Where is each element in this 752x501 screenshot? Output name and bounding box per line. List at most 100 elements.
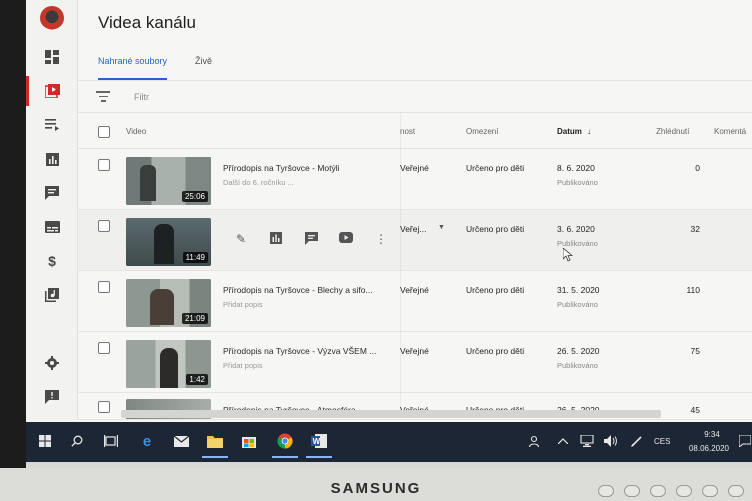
column-video: Video [126,127,147,136]
word-icon[interactable]: W [306,430,332,458]
chrome-icon[interactable] [272,430,298,458]
visibility-dropdown[interactable]: Veřej... [400,224,426,234]
monitor-power-button[interactable] [728,485,744,497]
select-all-checkbox[interactable] [98,126,110,138]
visibility-value[interactable]: Veřejné [400,163,429,173]
video-thumbnail[interactable]: 21:09 [126,279,211,327]
video-thumbnail[interactable]: 1:42 [126,340,211,388]
column-restrictions[interactable]: Omezení [466,127,498,136]
video-thumbnail[interactable]: 25:06 [126,157,211,205]
svg-text:W: W [313,437,321,446]
column-views[interactable]: Zhlédnutí [656,127,689,136]
mouse-cursor-icon [562,247,574,267]
file-explorer-icon[interactable] [202,430,228,458]
video-description: Přidat popis [223,361,263,370]
video-title[interactable]: Přírodopis na Tyršovce - Blechy a sifo..… [223,285,393,295]
visibility-value[interactable]: Veřejné [400,285,429,295]
views-value: 0 [695,163,700,173]
date-value: 8. 6. 2020 [557,163,595,173]
video-title[interactable]: Přírodopis na Tyršovce - Motýli [223,163,393,173]
studio-sidebar: $ [26,0,78,420]
row-checkbox[interactable] [98,220,110,232]
views-value: 75 [690,346,700,356]
notifications-icon[interactable] [734,430,752,452]
sidebar-active-indicator [26,76,29,106]
monitor-button[interactable] [650,485,666,497]
publish-status: Publikováno [557,300,598,309]
monitor-button[interactable] [702,485,718,497]
views-value: 110 [686,285,700,295]
publish-status: Publikováno [557,361,598,370]
dashboard-icon[interactable] [42,48,62,66]
row-checkbox[interactable] [98,342,110,354]
column-date-label: Datum [557,127,582,136]
page-title: Videa kanálu [98,13,196,32]
sticky-column-divider [400,113,401,418]
video-description: Další do 6. ročníku ... [223,178,294,187]
input-language[interactable]: CES [654,437,670,446]
restriction-value: Určeno pro děti [466,346,525,356]
subtitles-icon[interactable] [42,218,62,236]
visibility-value[interactable]: Veřejné [400,346,429,356]
screen: $ Videa kanálu Nahrané soubory Živě Filt… [26,0,752,462]
edit-icon[interactable]: ✎ [233,232,249,248]
column-visibility[interactable]: nost [400,127,415,136]
date-value: 3. 6. 2020 [557,224,595,234]
playlists-icon[interactable] [42,116,62,134]
clock-time[interactable]: 9:34 [690,430,734,439]
sort-arrow-down-icon: ↓ [587,127,592,136]
filter-icon[interactable] [96,91,110,103]
table-row[interactable]: 25:06 Přírodopis na Tyršovce - Motýli Da… [78,149,752,210]
audio-library-icon[interactable] [42,286,62,304]
chevron-up-icon[interactable] [552,430,574,452]
horizontal-scrollbar[interactable] [121,410,661,418]
analytics-icon[interactable] [42,150,62,168]
tab-live[interactable]: Živě [195,50,212,80]
videos-icon[interactable] [42,82,62,100]
windows-start-icon[interactable] [34,430,56,452]
table-row[interactable]: 21:09 Přírodopis na Tyršovce - Blechy a … [78,271,752,332]
task-view-icon[interactable] [100,430,122,452]
filter-bar[interactable]: Filtr [78,81,752,113]
comments-icon[interactable] [303,232,319,248]
edge-browser-icon[interactable]: e [136,430,158,452]
volume-icon[interactable] [600,430,622,452]
tab-uploads[interactable]: Nahrané soubory [98,50,168,80]
column-date[interactable]: Datum ↓ [557,127,591,136]
pen-icon[interactable] [626,430,648,452]
column-comments[interactable]: Komentá [714,127,746,136]
channel-logo[interactable] [40,6,64,30]
network-icon[interactable] [576,430,598,452]
row-checkbox[interactable] [98,401,110,413]
search-icon[interactable] [66,430,88,452]
chevron-down-icon[interactable]: ▼ [438,224,445,231]
monetization-icon[interactable]: $ [42,252,62,270]
more-icon[interactable]: ⋮ [373,232,389,248]
monitor-button[interactable] [598,485,614,497]
publish-status: Publikováno [557,178,598,187]
people-icon[interactable] [524,430,546,452]
table-row[interactable]: 11:49 ✎ ⋮ Veřej... ▼ Určeno pro děti 3. … [78,210,752,271]
monitor-button[interactable] [676,485,692,497]
video-duration: 11:49 [182,252,208,263]
publish-status: Publikováno [557,239,598,248]
video-title[interactable]: Přírodopis na Tyršovce - Výzva VŠEM ... [223,346,393,356]
restriction-value: Určeno pro děti [466,285,525,295]
filter-input[interactable]: Filtr [134,92,149,102]
monitor-button[interactable] [624,485,640,497]
table-row[interactable]: 1:42 Přírodopis na Tyršovce - Výzva VŠEM… [78,332,752,393]
row-checkbox[interactable] [98,281,110,293]
row-checkbox[interactable] [98,159,110,171]
youtube-icon[interactable] [338,232,354,248]
tab-bar: Nahrané soubory Živě [98,50,212,80]
clock-date[interactable]: 08.06.2020 [682,444,736,453]
store-icon[interactable] [238,430,260,452]
comments-icon[interactable] [42,184,62,202]
analytics-icon[interactable] [268,232,284,248]
settings-icon[interactable] [42,354,62,372]
video-thumbnail[interactable]: 11:49 [126,218,211,266]
video-duration: 25:06 [181,191,208,202]
date-value: 26. 5. 2020 [557,346,600,356]
mail-icon[interactable] [170,430,192,452]
feedback-icon[interactable] [42,388,62,406]
